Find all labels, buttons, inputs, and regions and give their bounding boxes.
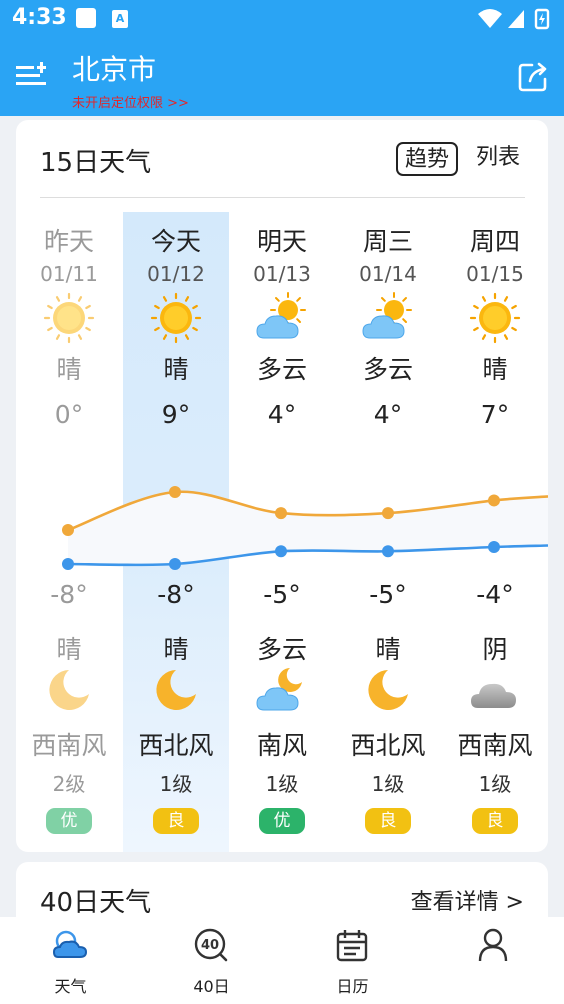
day-condition: 晴 <box>163 355 189 384</box>
nav-weather[interactable]: 天气 <box>0 917 141 1004</box>
sun-icon <box>150 292 202 344</box>
partly-cloudy-icon <box>256 292 308 344</box>
sun-icon <box>469 292 521 344</box>
day-date: 01/12 <box>147 262 205 286</box>
high-temp: 4° <box>373 400 403 429</box>
day-date: 01/13 <box>253 262 311 286</box>
nav-40day-label: 40日 <box>193 977 230 996</box>
wind-direction: 西北风 <box>138 731 214 760</box>
day-label: 周三 <box>362 227 413 256</box>
notification-app-icon: A <box>112 10 128 28</box>
wind-level: 1级 <box>371 772 405 796</box>
night-condition: 晴 <box>375 635 401 664</box>
high-temp-point <box>382 507 394 520</box>
moon-icon <box>43 664 95 716</box>
day-condition: 多云 <box>256 355 307 384</box>
cloudy-night-icon <box>256 664 308 716</box>
weather-cloud-icon <box>52 930 88 958</box>
wind-level: 2级 <box>52 772 86 796</box>
high-temp: 0° <box>54 400 84 429</box>
day-label: 周四 <box>469 227 520 256</box>
forecast-15-title: 15日天气 <box>40 148 152 178</box>
nav-40day[interactable]: 40 40日 <box>141 917 282 1004</box>
high-temp-point <box>62 524 74 536</box>
high-temp-point <box>275 507 287 520</box>
status-bar: 4:33 A <box>0 0 564 38</box>
nav-weather-label: 天气 <box>54 977 87 996</box>
signal-icon <box>508 10 524 28</box>
forecast-40-title: 40日天气 <box>40 888 152 918</box>
city-title[interactable]: 北京市 <box>72 48 156 88</box>
calendar-icon <box>336 930 368 962</box>
nav-profile[interactable] <box>423 917 564 1004</box>
day-date: 01/14 <box>359 262 417 286</box>
wind-direction: 西南风 <box>31 731 107 760</box>
day-label: 今天 <box>150 227 201 256</box>
sun-icon <box>43 292 95 344</box>
aqi-badge: 良 <box>472 808 518 834</box>
wind-direction: 西北风 <box>350 731 426 760</box>
night-condition: 阴 <box>482 635 508 664</box>
day-label: 明天 <box>256 227 307 256</box>
partly-cloudy-icon <box>362 292 414 344</box>
notification-icon <box>76 8 96 28</box>
aqi-badge: 优 <box>46 808 92 834</box>
wind-level: 1级 <box>265 772 299 796</box>
nav-calendar-label: 日历 <box>336 977 369 996</box>
moon-icon <box>362 664 414 716</box>
location-permission-hint[interactable]: 未开启定位权限 >> <box>72 92 189 111</box>
night-condition: 晴 <box>163 635 189 664</box>
aqi-badge: 良 <box>153 808 199 834</box>
svg-text:40: 40 <box>201 938 219 953</box>
night-condition: 晴 <box>56 635 82 664</box>
day-label: 昨天 <box>43 227 94 256</box>
day-date: 01/11 <box>40 262 98 286</box>
wind-level: 1级 <box>159 772 193 796</box>
high-temp: 7° <box>480 400 510 429</box>
bottom-nav: 天气 40 40日 日历 <box>0 917 564 1004</box>
low-temp-point <box>382 545 394 558</box>
high-temp-point <box>169 486 181 498</box>
view-details-link[interactable]: 查看详情 > <box>411 884 524 916</box>
forty-day-icon: 40 <box>194 928 228 962</box>
low-temp-point <box>275 545 287 558</box>
wind-direction: 西南风 <box>457 731 533 760</box>
wind-level: 1级 <box>478 772 512 796</box>
high-temp: 4° <box>267 400 297 429</box>
night-condition: 多云 <box>256 635 307 664</box>
profile-icon <box>478 928 508 962</box>
status-indicators <box>478 8 550 30</box>
high-temp: 9° <box>161 400 191 429</box>
aqi-badge: 良 <box>365 808 411 834</box>
city-manage-icon[interactable] <box>14 60 48 90</box>
wifi-icon <box>478 9 502 28</box>
day-date: 01/15 <box>466 262 524 286</box>
day-condition: 晴 <box>56 355 82 384</box>
wind-direction: 南风 <box>256 731 307 760</box>
tab-list[interactable]: 列表 <box>470 142 526 176</box>
aqi-badge: 优 <box>259 808 305 834</box>
moon-icon <box>150 664 202 716</box>
low-temp-point <box>488 541 500 553</box>
share-icon[interactable] <box>516 60 550 94</box>
temperature-trend-chart <box>62 486 548 570</box>
tab-trend[interactable]: 趋势 <box>396 142 458 176</box>
day-condition: 晴 <box>482 355 508 384</box>
low-temp-point <box>62 558 74 570</box>
low-temp-point <box>169 558 181 570</box>
high-temp-point <box>488 494 500 507</box>
overcast-icon <box>469 664 521 716</box>
status-time: 4:33 <box>12 5 67 30</box>
app-header: 北京市 未开启定位权限 >> <box>0 38 564 116</box>
divider <box>40 197 525 198</box>
forecast-15-card: 15日天气 趋势 列表 昨天 01/11 晴 0° -8° 晴 西南风 2级 优… <box>16 120 548 852</box>
day-condition: 多云 <box>362 355 413 384</box>
nav-calendar[interactable]: 日历 <box>282 917 423 1004</box>
